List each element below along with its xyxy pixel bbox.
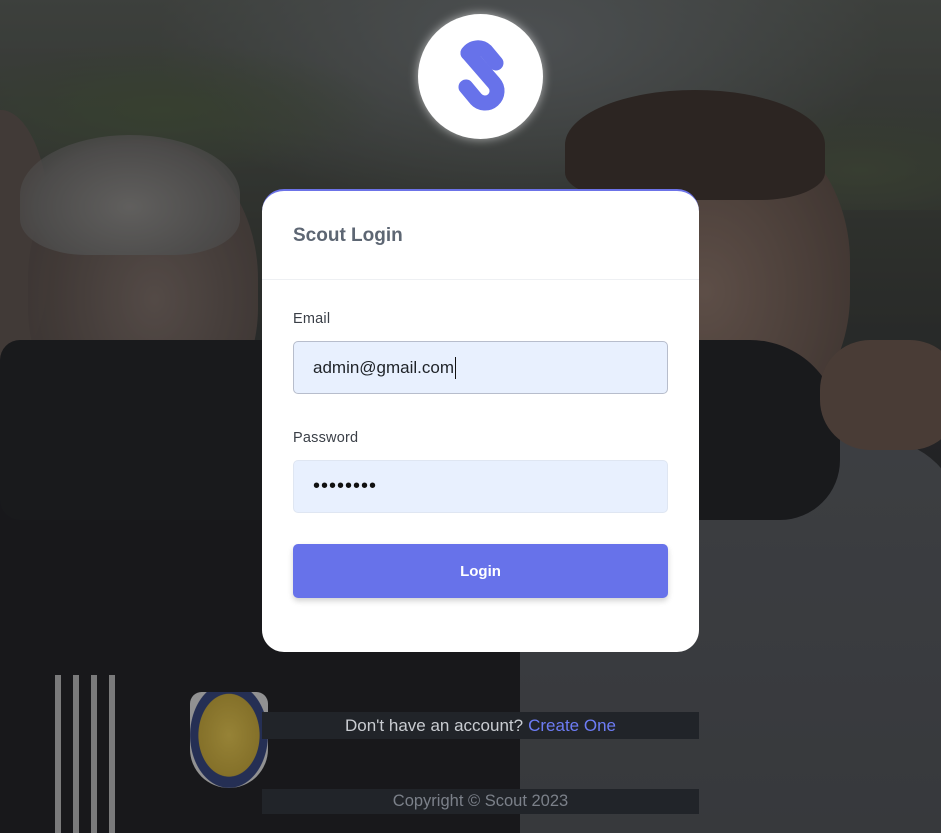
s-logo-icon <box>458 39 505 111</box>
create-account-link[interactable]: Create One <box>528 716 616 736</box>
copyright-text: Copyright © Scout 2023 <box>262 789 699 814</box>
email-value: admin@gmail.com <box>313 357 455 377</box>
text-caret <box>455 356 457 379</box>
password-input[interactable]: •••••••• <box>293 460 668 513</box>
email-label: Email <box>293 311 331 327</box>
app-logo <box>418 14 543 139</box>
email-input[interactable]: admin@gmail.com <box>293 341 668 394</box>
signup-prompt: Don't have an account? Create One <box>262 712 699 739</box>
login-button[interactable]: Login <box>293 544 668 598</box>
password-masked-value: •••••••• <box>313 475 378 497</box>
login-card: Scout Login Email admin@gmail.com Passwo… <box>262 189 699 652</box>
signup-prompt-text: Don't have an account? <box>345 715 524 735</box>
password-label: Password <box>293 430 359 446</box>
card-divider <box>262 279 699 280</box>
card-title: Scout Login <box>293 225 403 246</box>
